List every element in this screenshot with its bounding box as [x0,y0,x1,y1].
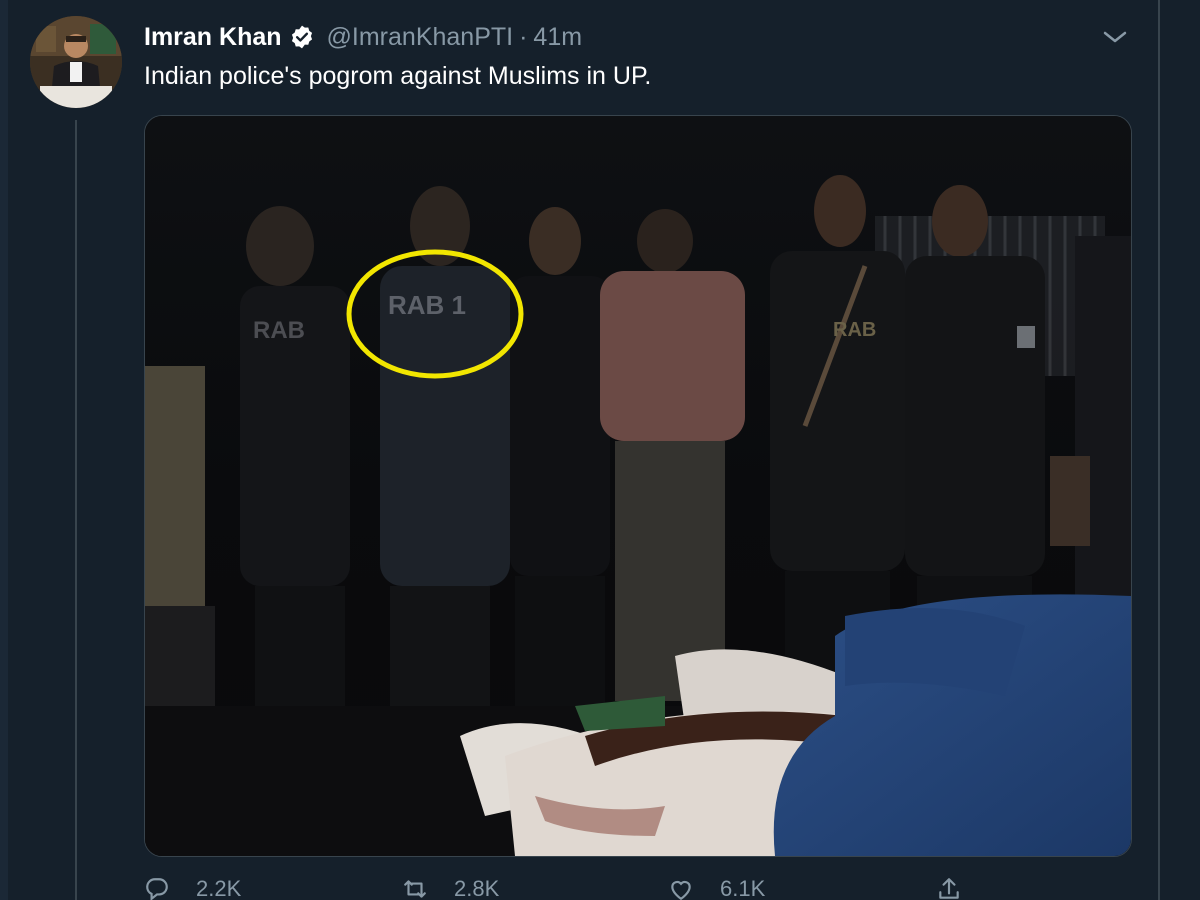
overlay-text-rab-right: RAB [833,319,876,341]
tweet-screen: Imran Khan @ImranKhanPTI · 41m Indian po… [0,0,1200,900]
retweet-count: 2.8K [454,876,500,900]
tweet-media[interactable]: RAB RAB 1 RAB [144,115,1132,857]
civilian-pink-shirt [600,209,745,701]
overlay-text-rab1: RAB 1 [388,290,466,320]
verified-badge-icon [291,25,312,49]
display-name[interactable]: Imran Khan [144,23,282,52]
tweet-text: Indian police's pogrom against Muslims i… [144,62,652,90]
thread-line [75,120,77,900]
tweet-header: Imran Khan @ImranKhanPTI · 41m [144,20,582,54]
right-panel [1160,0,1200,900]
retweet-button[interactable]: 2.8K [402,876,500,900]
avatar[interactable] [30,16,122,108]
reply-button[interactable]: 2.2K [144,876,242,900]
tweet-actions: 2.2K 2.8K 6.1K [144,876,974,900]
timestamp[interactable]: 41m [533,23,582,52]
separator-dot: · [519,22,528,51]
like-button[interactable]: 6.1K [668,876,766,900]
reply-count: 2.2K [196,876,242,900]
avatar-image [30,16,122,108]
overlay-text-rab-left: RAB [253,317,305,344]
user-handle[interactable]: @ImranKhanPTI [327,23,514,52]
left-rail [0,0,8,900]
share-button[interactable] [936,878,962,900]
chevron-down-icon[interactable] [1100,24,1130,50]
retweet-icon [404,880,426,898]
share-icon [939,878,959,899]
heart-icon [671,880,691,900]
media-image: RAB RAB 1 RAB [145,116,1131,856]
like-count: 6.1K [720,876,766,900]
reply-icon [146,878,168,900]
